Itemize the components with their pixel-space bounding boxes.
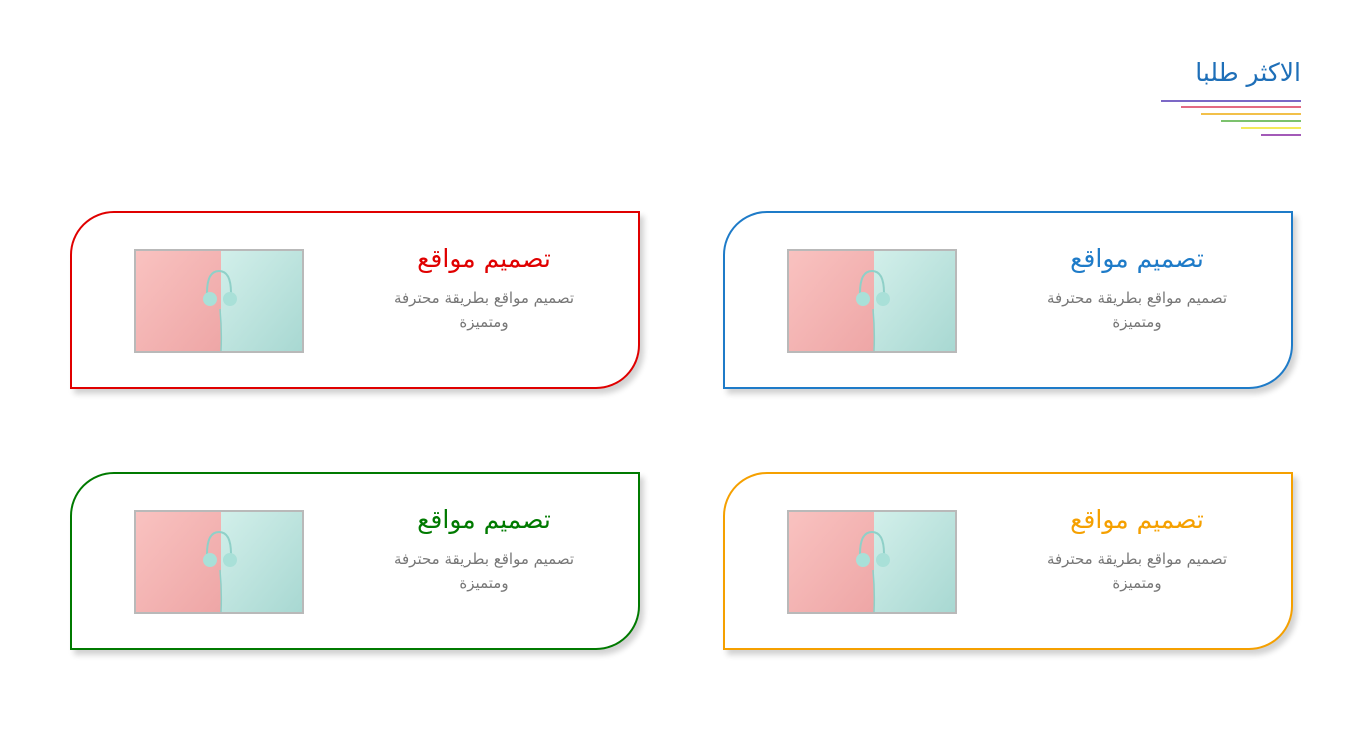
card-description: تصميم مواقع بطريقة محترفة ومتميزة [1046,549,1228,592]
card-text: تصميم مواقع تصميم مواقع بطريقة محترفة وم… [374,504,594,595]
headphones-image [134,249,304,353]
headphones-illustration [136,512,302,612]
card-title[interactable]: تصميم مواقع [1027,504,1247,537]
title-underline-line [1201,113,1301,115]
title-underline-line [1161,100,1301,102]
title-underline-decoration [1161,100,1301,140]
service-card[interactable]: تصميم مواقع تصميم مواقع بطريقة محترفة وم… [723,211,1293,389]
title-underline-line [1221,120,1301,122]
title-underline-line [1261,134,1301,136]
card-text: تصميم مواقع تصميم مواقع بطريقة محترفة وم… [1027,504,1247,595]
card-title[interactable]: تصميم مواقع [374,243,594,276]
headphones-image [787,249,957,353]
card-description: تصميم مواقع بطريقة محترفة ومتميزة [1046,288,1228,331]
card-text: تصميم مواقع تصميم مواقع بطريقة محترفة وم… [374,243,594,334]
section-title: الاكثر طلبا [1195,58,1301,87]
title-underline-line [1241,127,1301,129]
headphones-illustration [789,512,955,612]
headphones-illustration [136,251,302,351]
card-title[interactable]: تصميم مواقع [374,504,594,537]
headphones-illustration [789,251,955,351]
page: الاكثر طلبا تصميم مواقع تصميم مواقع بطري… [0,0,1349,740]
service-card[interactable]: تصميم مواقع تصميم مواقع بطريقة محترفة وم… [70,211,640,389]
card-text: تصميم مواقع تصميم مواقع بطريقة محترفة وم… [1027,243,1247,334]
service-card[interactable]: تصميم مواقع تصميم مواقع بطريقة محترفة وم… [70,472,640,650]
headphones-image [787,510,957,614]
card-title[interactable]: تصميم مواقع [1027,243,1247,276]
service-card[interactable]: تصميم مواقع تصميم مواقع بطريقة محترفة وم… [723,472,1293,650]
headphones-image [134,510,304,614]
card-description: تصميم مواقع بطريقة محترفة ومتميزة [393,549,575,592]
card-description: تصميم مواقع بطريقة محترفة ومتميزة [393,288,575,331]
title-underline-line [1181,106,1301,108]
